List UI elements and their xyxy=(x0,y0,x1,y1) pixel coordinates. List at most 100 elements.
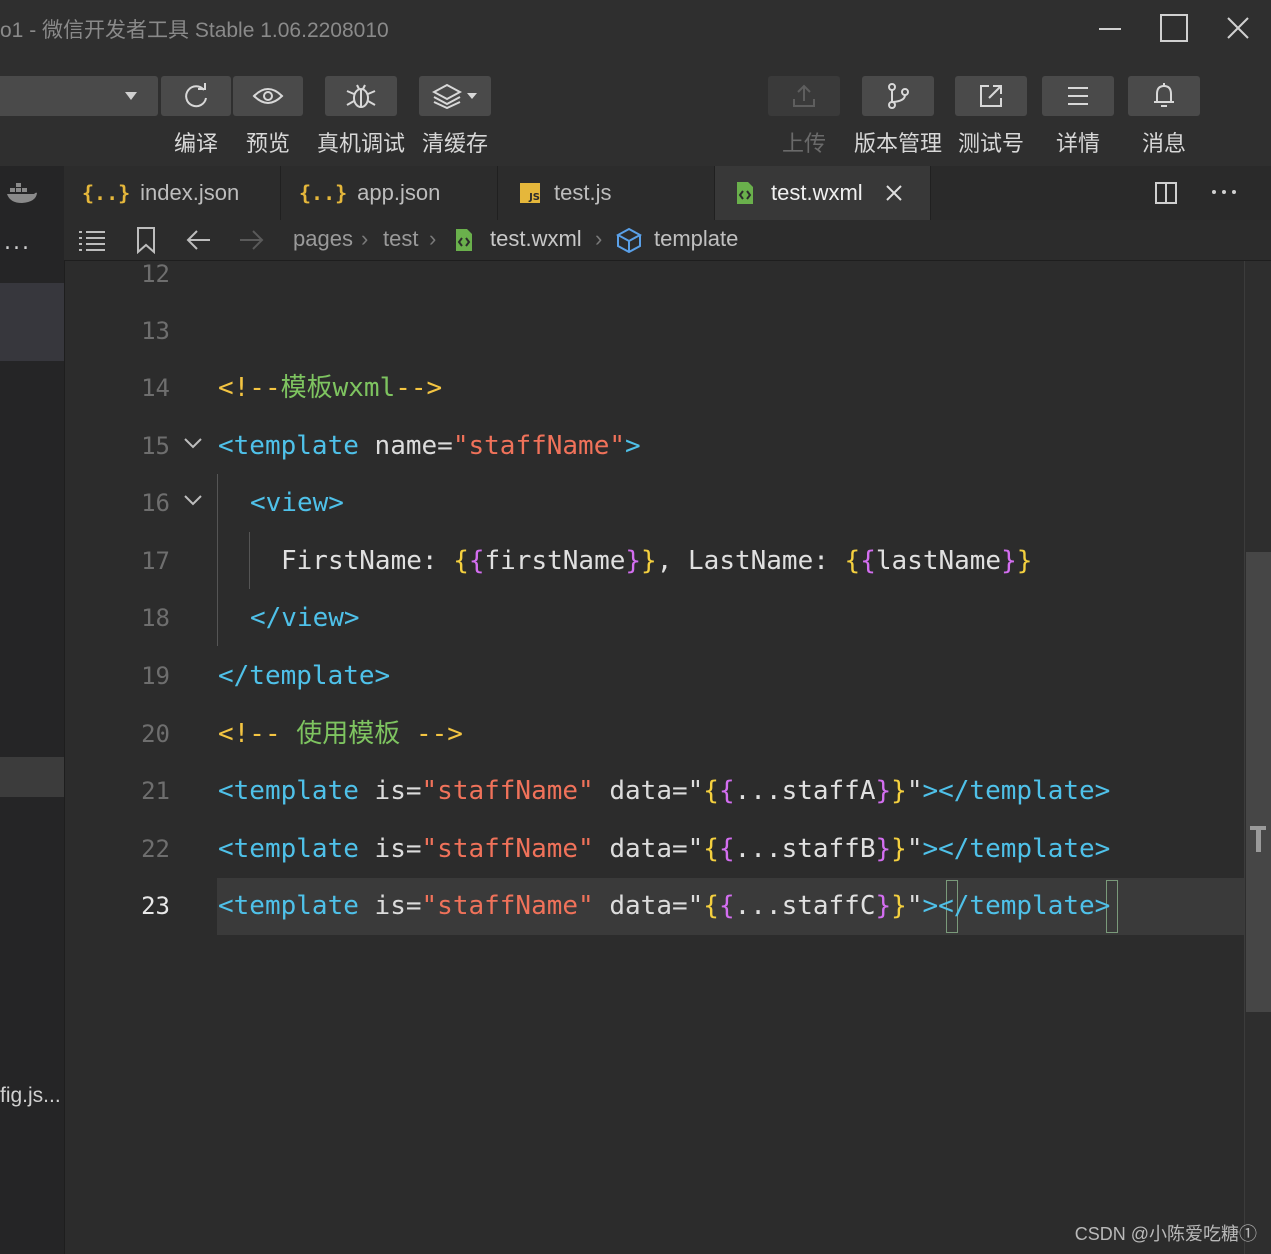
bug-icon xyxy=(346,84,376,108)
close-icon[interactable] xyxy=(1216,8,1260,48)
bell-icon xyxy=(1154,83,1174,107)
remote-debug-label: 真机调试 xyxy=(316,131,405,156)
more-actions-icon[interactable] xyxy=(1210,182,1238,206)
code-text: FirstName: {{firstName}}, LastName: {{la… xyxy=(281,546,1033,576)
messages-button[interactable] xyxy=(1128,76,1200,116)
json-icon: {..} xyxy=(82,181,131,205)
details-label: 详情 xyxy=(1055,131,1100,156)
code-line-15: 15 <template name="staffName"> xyxy=(66,418,1244,475)
code-line-21: 21 <template is="staffName" data="{{...s… xyxy=(66,763,1244,820)
refresh-icon xyxy=(185,83,207,108)
test-account-button[interactable] xyxy=(955,76,1027,116)
window-title: o1 - 微信开发者工具 Stable 1.06.2208010 xyxy=(0,19,389,42)
line-number: 23 xyxy=(141,892,170,920)
close-tab-icon[interactable] xyxy=(885,184,903,202)
code-text: <!--模板wxml--> xyxy=(218,373,443,403)
remote-debug-button[interactable] xyxy=(325,76,397,116)
line-number: 15 xyxy=(141,432,170,460)
upload-button[interactable] xyxy=(768,76,840,116)
line-number: 18 xyxy=(141,604,170,632)
test-account-label: 测试号 xyxy=(957,131,1024,156)
breadcrumb-pages[interactable]: pages xyxy=(293,226,353,252)
upload-icon xyxy=(793,84,815,107)
code-line-20: 20 <!-- 使用模板 --> xyxy=(66,706,1244,763)
tab-test-js[interactable]: JS test.js xyxy=(498,166,715,220)
forward-arrow-icon xyxy=(238,228,264,256)
fold-chevron-icon[interactable] xyxy=(182,489,204,511)
back-arrow-icon[interactable] xyxy=(186,228,212,256)
line-number: 16 xyxy=(141,489,170,517)
line-number: 22 xyxy=(141,835,170,863)
line-number: 20 xyxy=(141,720,170,748)
version-control-button[interactable] xyxy=(862,76,934,116)
code-line-13: 13 xyxy=(66,303,1244,360)
code-line-12: 12 xyxy=(66,261,1244,303)
code-text: <template is="staffName" data="{{...staf… xyxy=(218,776,1111,806)
chevron-right-icon: › xyxy=(429,226,437,251)
explorer-file-item[interactable]: fig.js... xyxy=(0,1084,61,1108)
wxml-icon xyxy=(737,182,753,204)
json-icon: {..} xyxy=(299,181,348,205)
scrollbar-thumb[interactable] xyxy=(1246,552,1271,1012)
chevron-right-icon: › xyxy=(361,226,369,251)
layers-icon xyxy=(432,83,462,109)
code-text: <template is="staffName" data="{{...staf… xyxy=(218,891,1111,921)
breadcrumb-symbol[interactable]: template xyxy=(654,226,738,252)
code-text: </template> xyxy=(218,661,391,691)
chevron-right-icon: › xyxy=(595,226,603,251)
js-icon: JS xyxy=(520,183,540,203)
preview-button[interactable] xyxy=(233,76,303,116)
title-bar: o1 - 微信开发者工具 Stable 1.06.2208010 xyxy=(0,0,1271,60)
tab-app-json[interactable]: {..} app.json xyxy=(281,166,498,220)
compile-button[interactable] xyxy=(161,76,231,116)
code-line-17: 17 FirstName: {{firstName}}, LastName: {… xyxy=(66,533,1244,590)
explorer-more-button[interactable]: ... xyxy=(4,230,31,255)
clear-cache-label: 清缓存 xyxy=(421,131,488,156)
editor-tab-bar: {..} index.json {..} app.json JS test.js… xyxy=(64,166,1271,220)
tab-index-json[interactable]: {..} index.json xyxy=(64,166,281,220)
menu-icon xyxy=(1068,87,1088,105)
mode-dropdown[interactable] xyxy=(0,76,158,116)
bookmark-icon[interactable] xyxy=(136,226,156,258)
line-number: 21 xyxy=(141,777,170,805)
explorer-selected-row[interactable] xyxy=(0,283,64,361)
version-control-label: 版本管理 xyxy=(853,131,942,156)
line-number: 12 xyxy=(141,261,170,288)
clear-cache-button[interactable] xyxy=(419,76,491,116)
upload-label: 上传 xyxy=(781,131,826,156)
wxml-icon xyxy=(456,229,472,251)
compile-label: 编译 xyxy=(173,131,218,156)
messages-label: 消息 xyxy=(1141,131,1186,156)
code-line-23: 23 <template is="staffName" data="{{...s… xyxy=(66,878,1244,935)
line-number: 19 xyxy=(141,662,170,690)
external-link-icon xyxy=(980,85,1002,107)
eye-icon xyxy=(252,88,284,104)
chevron-down-icon xyxy=(125,92,137,100)
details-button[interactable] xyxy=(1042,76,1114,116)
maximize-icon[interactable] xyxy=(1152,8,1196,48)
code-text: <view> xyxy=(250,488,344,518)
line-number: 17 xyxy=(141,547,170,575)
code-line-22: 22 <template is="staffName" data="{{...s… xyxy=(66,821,1244,878)
scroll-position-marker xyxy=(1256,830,1261,852)
code-text: <template is="staffName" data="{{...staf… xyxy=(218,834,1111,864)
code-line-16: 16 <view> xyxy=(66,475,1244,532)
tab-test-wxml[interactable]: test.wxml xyxy=(715,166,931,220)
split-editor-icon[interactable] xyxy=(1154,181,1178,209)
code-line-18: 18 </view> xyxy=(66,590,1244,647)
explorer-panel: ... fig.js... xyxy=(0,166,65,1254)
code-text: </view> xyxy=(250,603,360,633)
explorer-row[interactable] xyxy=(0,757,64,797)
code-line-19: 19 </template> xyxy=(66,648,1244,705)
breadcrumb-bar: pages › test › test.wxml › template xyxy=(64,220,1271,261)
minimize-icon[interactable] xyxy=(1088,8,1132,48)
line-number: 13 xyxy=(141,317,170,345)
fold-chevron-icon[interactable] xyxy=(182,432,204,454)
docker-icon[interactable] xyxy=(6,182,38,208)
outline-list-icon[interactable] xyxy=(78,228,106,256)
breadcrumb-test[interactable]: test xyxy=(383,226,418,252)
breadcrumb-file[interactable]: test.wxml xyxy=(490,226,582,252)
code-text: <!-- 使用模板 --> xyxy=(218,719,463,749)
code-editor[interactable]: 12 13 14 <!--模板wxml--> 15 <template name… xyxy=(66,261,1244,1254)
toolbar: 编译 预览 真机调试 清缓存 上传 版本管理 测试号 详情 消息 xyxy=(0,60,1271,166)
